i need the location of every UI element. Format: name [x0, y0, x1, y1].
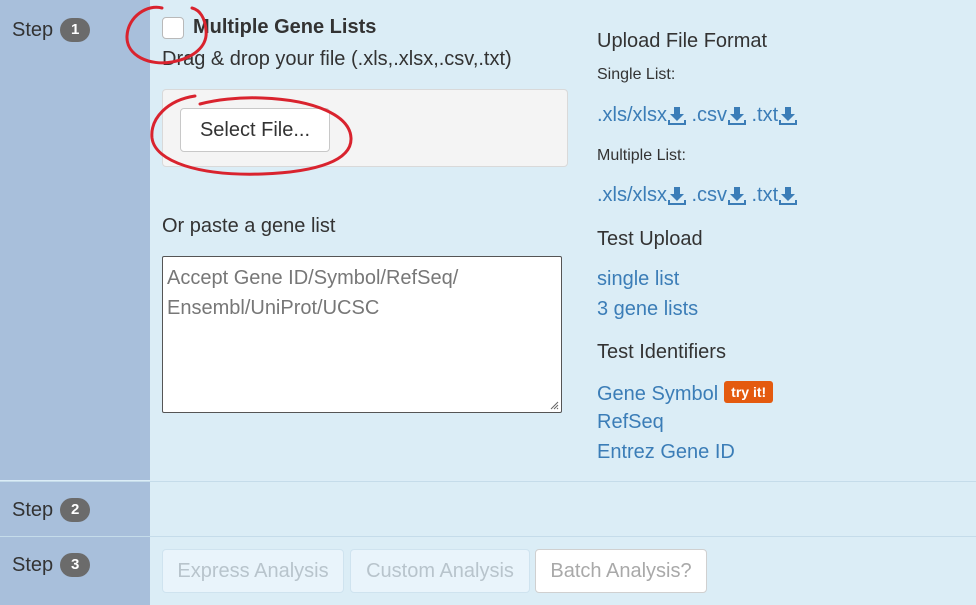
single-list-label: Single List:: [597, 66, 676, 83]
step2-row: Step 2: [0, 481, 976, 536]
gene-list-textarea[interactable]: Accept Gene ID/Symbol/RefSeq/ Ensembl/Un…: [162, 256, 562, 413]
download-icon: [668, 186, 686, 205]
step1-text: Step: [12, 18, 54, 41]
single-txt-download-link[interactable]: .txt: [751, 104, 798, 127]
gene-list-placeholder: Accept Gene ID/Symbol/RefSeq/ Ensembl/Un…: [167, 267, 459, 319]
batch-analysis-button[interactable]: Batch Analysis?: [535, 549, 707, 593]
step3-text: Step: [12, 553, 54, 576]
multiple-list-downloads: .xls/xlsx .csv .txt: [597, 184, 798, 207]
refseq-link[interactable]: RefSeq: [597, 411, 664, 434]
try-it-badge[interactable]: try it!: [724, 381, 774, 403]
step1-label: Step 1: [12, 18, 91, 42]
drag-drop-instructions: Drag & drop your file (.xls,.xlsx,.csv,.…: [162, 48, 512, 70]
single-list-downloads: .xls/xlsx .csv .txt: [597, 104, 798, 127]
single-csv-download-link[interactable]: .csv: [691, 104, 747, 127]
multiple-xlsx-download-link[interactable]: .xls/xlsx: [597, 184, 687, 207]
multiple-list-label: Multiple List:: [597, 147, 686, 164]
paste-gene-list-label: Or paste a gene list: [162, 215, 336, 237]
step2-panel: [150, 482, 976, 536]
three-gene-lists-test-link[interactable]: 3 gene lists: [597, 298, 698, 321]
single-list-test-link[interactable]: single list: [597, 268, 679, 291]
custom-analysis-button[interactable]: Custom Analysis: [350, 549, 530, 593]
multiple-gene-lists-label: Multiple Gene Lists: [193, 16, 377, 38]
single-xlsx-download-link[interactable]: .xls/xlsx: [597, 104, 687, 127]
step2-text: Step: [12, 498, 54, 521]
download-icon: [728, 106, 747, 125]
multiple-gene-lists-checkbox[interactable]: [162, 17, 184, 39]
step2-label-column: Step 2: [0, 482, 150, 536]
gene-symbol-row: Gene Symbol try it!: [597, 381, 774, 406]
download-icon: [779, 106, 798, 125]
select-file-button[interactable]: Select File...: [180, 108, 330, 152]
download-icon: [668, 106, 686, 125]
step2-badge: 2: [60, 498, 91, 522]
gene-symbol-link[interactable]: Gene Symbol: [597, 383, 718, 405]
entrez-gene-id-link[interactable]: Entrez Gene ID: [597, 441, 735, 464]
download-icon: [779, 186, 798, 205]
step3-badge: 3: [60, 553, 91, 577]
express-analysis-button[interactable]: Express Analysis: [162, 549, 344, 593]
step1-badge: 1: [60, 18, 91, 42]
multiple-txt-download-link[interactable]: .txt: [751, 184, 798, 207]
download-icon: [728, 186, 747, 205]
test-upload-heading: Test Upload: [597, 228, 703, 250]
multiple-csv-download-link[interactable]: .csv: [691, 184, 747, 207]
upload-file-format-heading: Upload File Format: [597, 30, 768, 52]
test-identifiers-heading: Test Identifiers: [597, 341, 726, 363]
step3-label: Step 3: [12, 553, 91, 577]
step3-label-column: Step 3: [0, 537, 150, 605]
step2-label: Step 2: [12, 498, 91, 522]
resize-grip-icon[interactable]: [549, 400, 559, 410]
step1-label-column: Step 1: [0, 0, 150, 480]
